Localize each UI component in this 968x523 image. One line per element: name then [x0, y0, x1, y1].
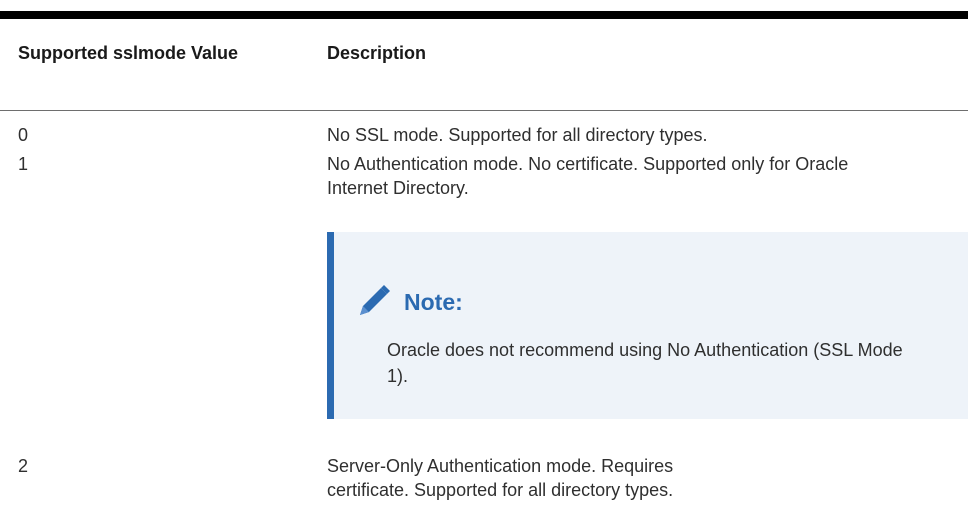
- sslmode-value-cell: 0: [18, 125, 29, 145]
- table-row: 0 No SSL mode. Supported for all directo…: [0, 111, 968, 152]
- header-sslmode-value: Supported sslmode Value: [18, 43, 239, 63]
- sslmode-value-cell: 1: [18, 154, 29, 174]
- note-callout: Note: Oracle does not recommend using No…: [327, 232, 968, 419]
- note-body: Oracle does not recommend using No Authe…: [387, 340, 903, 386]
- table-top-rule: [0, 11, 968, 19]
- table-header-row: Supported sslmode Value Description: [0, 19, 968, 111]
- table-row: 1 No Authentication mode. No certificate…: [0, 152, 968, 200]
- sslmode-table: Supported sslmode Value Description 0 No…: [0, 11, 968, 200]
- note-header: Note:: [355, 284, 463, 320]
- table-row: 2 Server-Only Authentication mode. Requi…: [0, 454, 968, 502]
- description-cell: No SSL mode. Supported for all directory…: [327, 125, 708, 145]
- description-cell: Server-Only Authentication mode. Require…: [327, 456, 674, 500]
- header-description: Description: [327, 43, 427, 63]
- pencil-icon: [360, 285, 390, 315]
- description-cell: No Authentication mode. No certificate. …: [327, 154, 849, 198]
- note-title: Note:: [404, 288, 463, 315]
- sslmode-value-cell: 2: [18, 456, 29, 476]
